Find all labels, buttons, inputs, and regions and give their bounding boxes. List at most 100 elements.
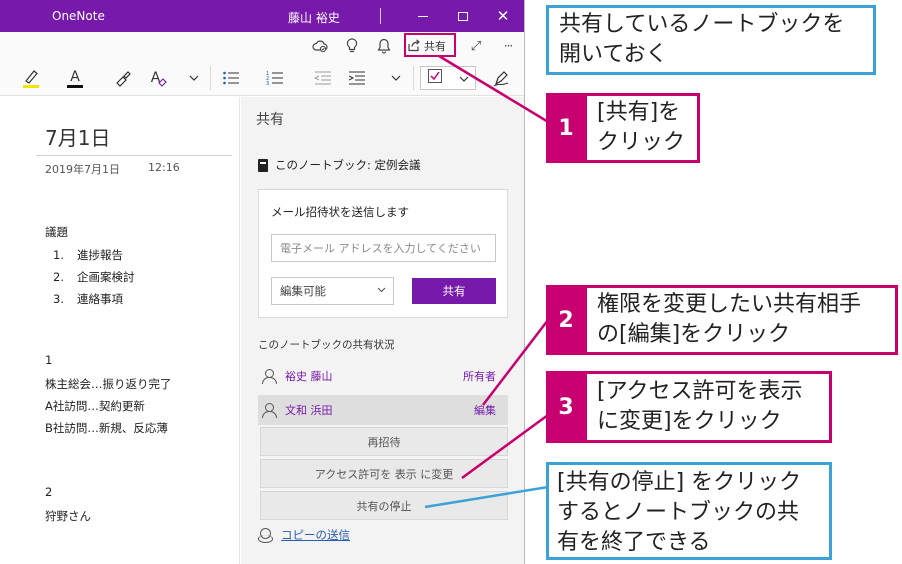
step-2-badge: 2	[546, 285, 586, 355]
share-highlight-frame	[404, 33, 456, 57]
pen-icon[interactable]	[488, 66, 514, 90]
close-icon: ✕	[496, 6, 510, 25]
expand-icon[interactable]: ⤢	[466, 36, 486, 56]
sync-status-icon[interactable]	[310, 36, 330, 56]
callout-text: するとノートブックの共	[557, 500, 800, 525]
member-row-editor[interactable]: 文和 浜田 編集	[258, 395, 508, 425]
font-color-swatch	[67, 84, 83, 88]
step-3-badge: 3	[546, 371, 586, 443]
format-painter-icon[interactable]	[110, 66, 136, 90]
page-title-rule	[36, 155, 232, 156]
send-copy-link[interactable]: コピーの送信	[258, 527, 350, 543]
reinvite-button[interactable]: 再招待	[260, 427, 508, 456]
page-date: 2019年7月1日	[45, 163, 120, 176]
invite-box: メール招待状を送信します 編集可能 共有	[258, 189, 508, 318]
invite-label: メール招待状を送信します	[271, 205, 409, 219]
section-number[interactable]: 1	[45, 353, 52, 367]
clear-format-icon[interactable]: A	[146, 66, 172, 90]
title-bar: OneNote 藤山 裕史 ✕	[0, 0, 524, 32]
todo-tag-button[interactable]	[420, 66, 476, 90]
callout-text: 権限を変更したい共有相手	[597, 292, 862, 317]
agenda-item-text: 連絡事項	[77, 292, 123, 306]
note-line[interactable]: 狩野さん	[45, 508, 91, 524]
step-1-badge: 1	[546, 93, 586, 163]
current-notebook: このノートブック: 定例会議	[258, 157, 421, 173]
permission-select[interactable]: 編集可能	[271, 277, 394, 305]
ribbon-toolbar: A A 123	[0, 60, 524, 96]
page-title[interactable]: 7月1日	[45, 122, 110, 151]
member-role-edit-link[interactable]: 編集	[474, 402, 496, 418]
callout-text: クリック	[597, 130, 686, 155]
agenda-item[interactable]: 1. 進捗報告	[53, 247, 123, 263]
page-time: 12:16	[148, 161, 180, 174]
callout-text: [共有の停止] をクリック	[557, 470, 802, 495]
send-copy-label: コピーの送信	[281, 528, 350, 542]
chevron-down-icon	[459, 71, 469, 86]
note-line[interactable]: B社訪問…新規、反応薄	[45, 420, 168, 436]
agenda-item-number: 2.	[53, 270, 64, 284]
bullet-list-icon[interactable]	[218, 66, 244, 90]
onenote-window: OneNote 藤山 裕史 ✕ 共有 ⤢ ··· A A 1 2 3 7月1日 …	[0, 0, 525, 564]
callout-step-1: [共有]を クリック	[584, 93, 700, 163]
share-pane-title: 共有	[256, 112, 284, 128]
svg-text:3: 3	[266, 81, 269, 86]
send-copy-icon	[258, 528, 273, 543]
ribbon-separator	[210, 66, 211, 90]
font-color-button[interactable]: A	[62, 66, 88, 90]
agenda-item-number: 1.	[53, 248, 64, 262]
maximize-button[interactable]	[451, 4, 475, 28]
person-icon	[262, 369, 277, 384]
chevron-down-icon[interactable]	[184, 66, 204, 90]
sharing-status-title: このノートブックの共有状況	[258, 339, 395, 351]
person-icon	[262, 403, 277, 418]
change-to-view-button[interactable]: アクセス許可を 表示 に変更	[260, 459, 508, 488]
agenda-item[interactable]: 2. 企画案検討	[53, 269, 135, 285]
lightbulb-icon[interactable]	[342, 36, 362, 56]
highlighter-icon[interactable]	[18, 66, 44, 90]
note-line[interactable]: 株主総会…振り返り完了	[45, 376, 172, 392]
current-notebook-label: このノートブック: 定例会議	[275, 158, 421, 172]
callout-text: 開いておく	[559, 42, 668, 67]
todo-tag-icon	[427, 68, 443, 88]
agenda-item[interactable]: 3. 連絡事項	[53, 291, 123, 307]
section-number[interactable]: 2	[45, 485, 52, 499]
callout-text: 共有しているノートブックを	[559, 12, 845, 37]
bell-icon[interactable]	[374, 36, 394, 56]
callout-text: に変更]をクリック	[597, 409, 782, 434]
stop-sharing-button[interactable]: 共有の停止	[260, 491, 508, 520]
note-line[interactable]: A社訪問…契約更新	[45, 398, 145, 414]
user-name[interactable]: 藤山 裕史	[288, 9, 340, 26]
decrease-indent-icon[interactable]	[310, 66, 336, 90]
close-button[interactable]: ✕	[491, 4, 515, 28]
callout-text: の[編集]をクリック	[597, 322, 791, 347]
note-page[interactable]: 7月1日 2019年7月1日 12:16 議題 1. 進捗報告 2. 企画案検討 3…	[0, 97, 240, 564]
numbered-list-icon[interactable]: 123	[262, 66, 288, 90]
permission-value: 編集可能	[280, 284, 326, 298]
maximize-icon	[458, 11, 468, 21]
callout-step-2: 権限を変更したい共有相手 の[編集]をクリック	[584, 285, 898, 355]
agenda-heading[interactable]: 議題	[45, 224, 68, 240]
increase-indent-icon[interactable]	[344, 66, 370, 90]
font-color-icon: A	[70, 68, 80, 85]
email-input[interactable]	[271, 234, 496, 262]
member-name: 裕史 藤山	[285, 370, 333, 383]
more-icon[interactable]: ···	[498, 36, 518, 56]
minimize-icon	[418, 15, 428, 17]
app-title: OneNote	[52, 9, 105, 23]
share-pane: 共有 このノートブック: 定例会議 メール招待状を送信します 編集可能 共有 こ…	[241, 97, 524, 564]
send-invite-button[interactable]: 共有	[412, 278, 496, 304]
member-row-owner[interactable]: 裕史 藤山 所有者	[258, 361, 508, 391]
notebook-icon	[258, 158, 268, 172]
chevron-down-icon[interactable]	[386, 66, 406, 90]
title-separator	[380, 8, 381, 24]
agenda-item-number: 3.	[53, 292, 64, 306]
callout-open-notebook: 共有しているノートブックを 開いておく	[546, 5, 876, 75]
chevron-down-icon	[377, 286, 386, 296]
agenda-item-text: 企画案検討	[77, 270, 135, 284]
minimize-button[interactable]	[411, 4, 435, 28]
callout-text: [共有]を	[597, 100, 681, 125]
agenda-item-text: 進捗報告	[77, 248, 123, 262]
callout-stop-sharing: [共有の停止] をクリック するとノートブックの共 有を終了できる	[546, 462, 832, 560]
member-role: 所有者	[463, 370, 496, 383]
callout-text: 有を終了できる	[557, 530, 711, 555]
